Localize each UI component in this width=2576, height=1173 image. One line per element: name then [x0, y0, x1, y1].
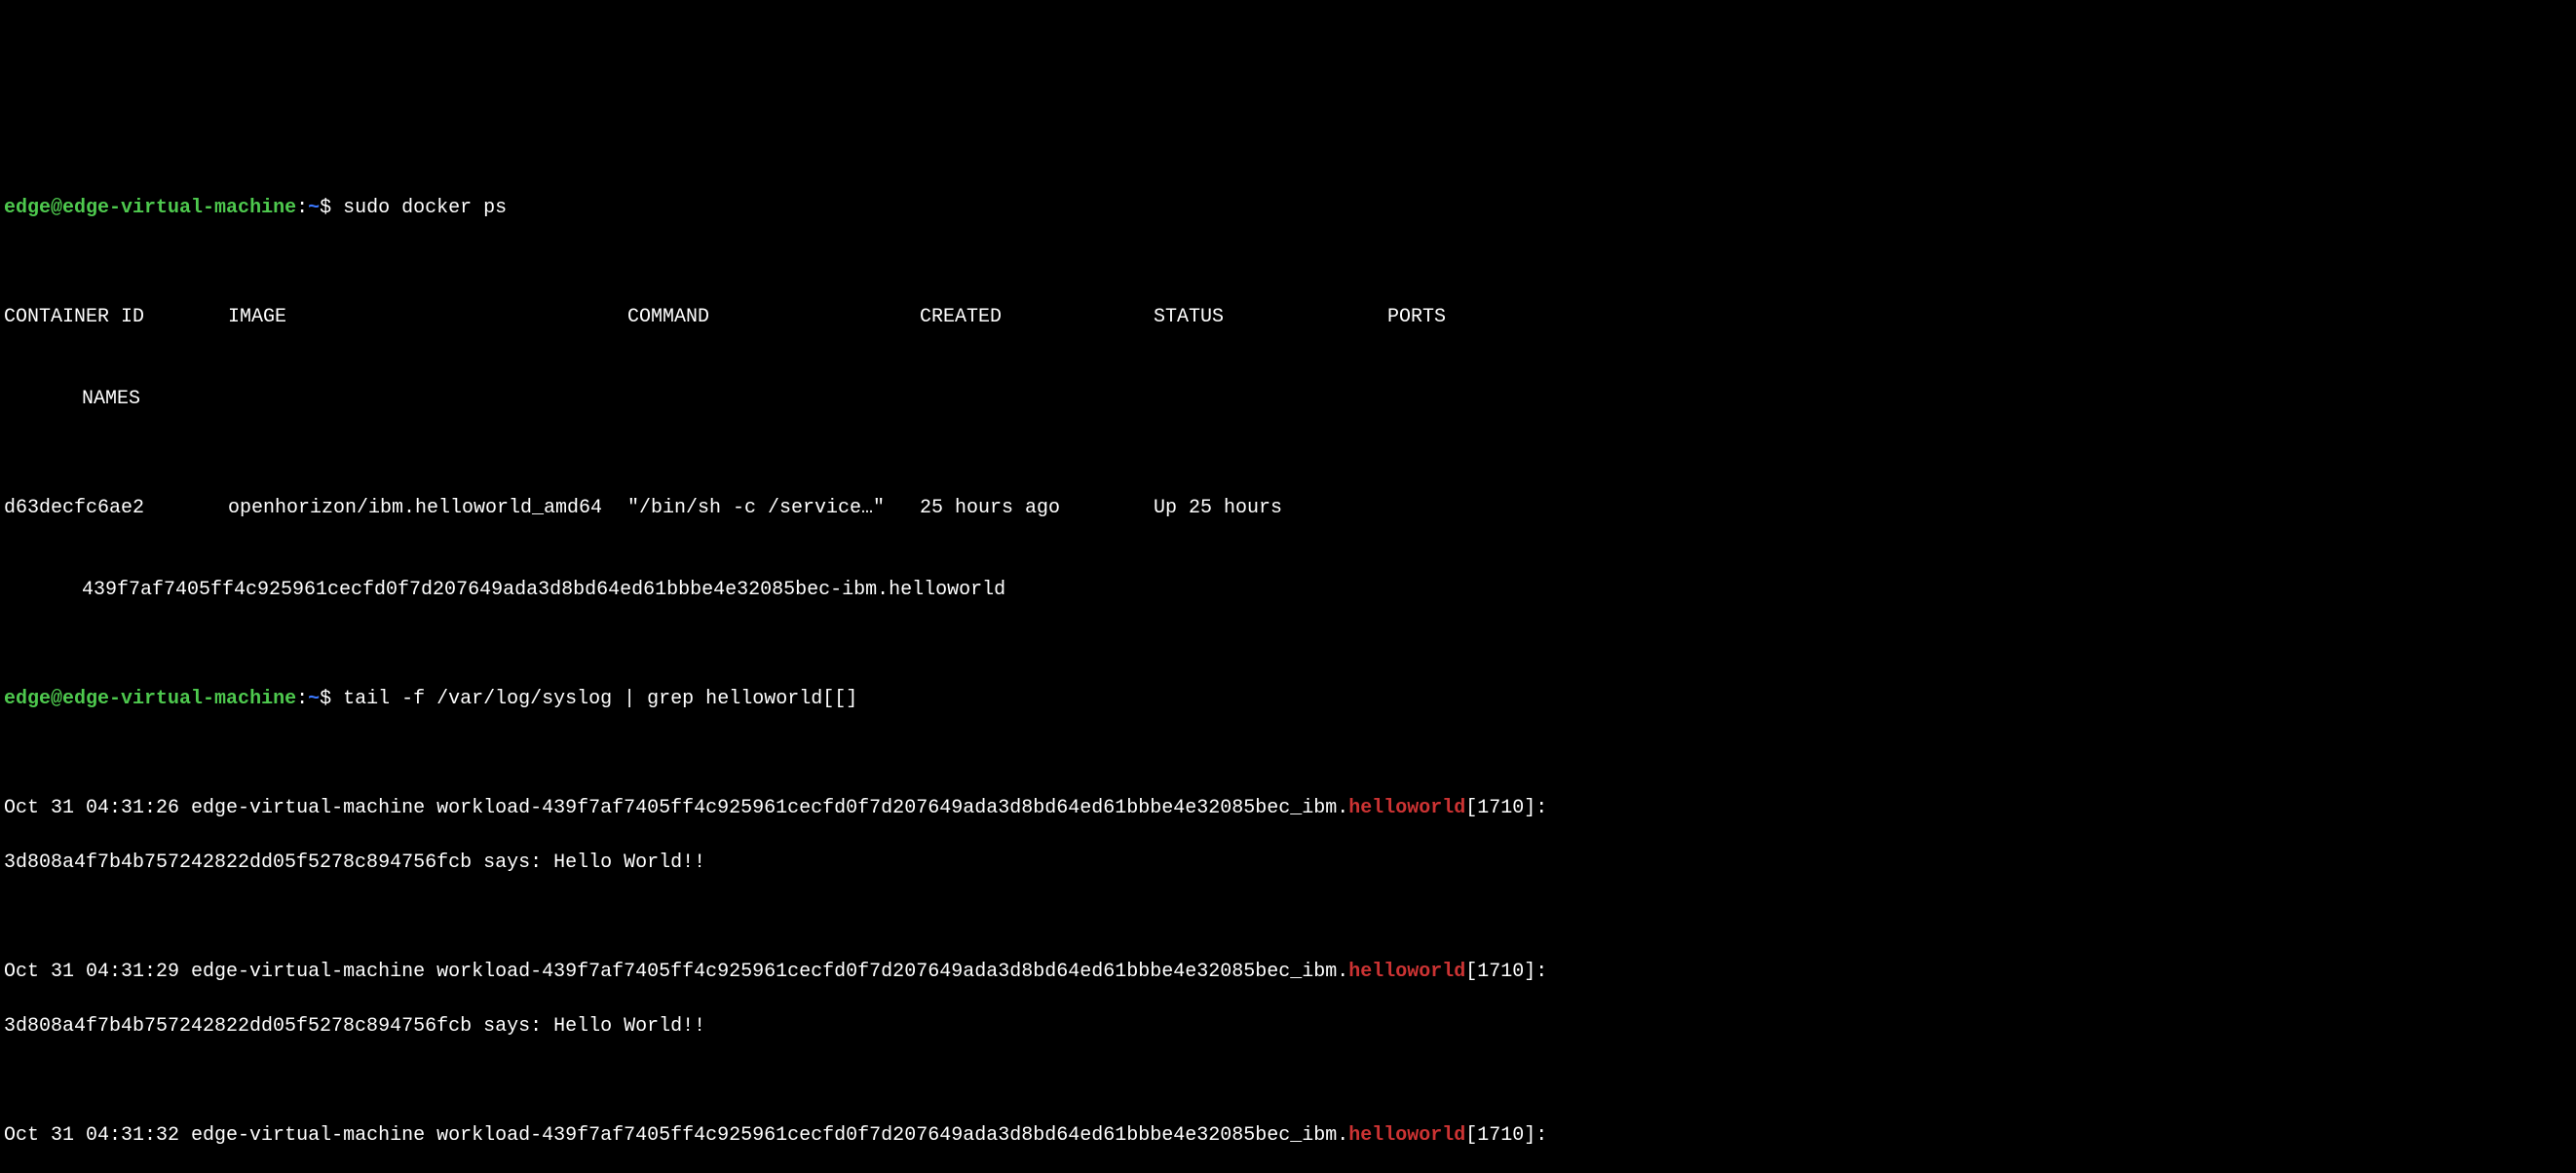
log-message: 3d808a4f7b4b757242822dd05f5278c894756fcb…: [4, 850, 2572, 877]
log-host: edge-virtual-machine: [191, 797, 425, 819]
log-entry: Oct 31 04:31:29 edge-virtual-machine wor…: [4, 959, 2572, 986]
log-entry: Oct 31 04:31:26 edge-virtual-machine wor…: [4, 795, 2572, 822]
cell-ports: [1387, 495, 1582, 522]
prompt-user: edge: [4, 197, 51, 219]
prompt-user: edge: [4, 688, 51, 710]
log-timestamp: Oct 31 04:31:32: [4, 1124, 179, 1147]
prompt-at: @: [51, 197, 62, 219]
header-status: STATUS: [1154, 304, 1387, 331]
header-names: NAMES: [82, 388, 140, 410]
log-timestamp: Oct 31 04:31:26: [4, 797, 179, 819]
log-entry: Oct 31 04:31:32 edge-virtual-machine wor…: [4, 1122, 2572, 1150]
header-ports: PORTS: [1387, 304, 1582, 331]
prompt-colon: :: [296, 197, 308, 219]
log-timestamp: Oct 31 04:31:29: [4, 961, 179, 983]
cell-image: openhorizon/ibm.helloworld_amd64: [228, 495, 627, 522]
header-image: IMAGE: [228, 304, 627, 331]
cell-names: 439f7af7405ff4c925961cecfd0f7d207649ada3…: [82, 579, 1005, 601]
prompt-path: ~: [308, 688, 320, 710]
prompt-dollar: $: [320, 688, 343, 710]
prompt-colon: :: [296, 688, 308, 710]
command-text: tail -f /var/log/syslog | grep helloworl…: [343, 688, 857, 710]
prompt-host: edge-virtual-machine: [62, 688, 296, 710]
log-pid: [1710]:: [1465, 1124, 1547, 1147]
prompt-dollar: $: [320, 197, 343, 219]
cell-container-id: d63decfc6ae2: [4, 495, 228, 522]
log-workload-prefix: workload-439f7af7405ff4c925961cecfd0f7d2…: [436, 1124, 1348, 1147]
log-host: edge-virtual-machine: [191, 961, 425, 983]
prompt-at: @: [51, 688, 62, 710]
command-line-1: edge@edge-virtual-machine:~$ sudo docker…: [4, 195, 2572, 222]
cell-created: 25 hours ago: [920, 495, 1154, 522]
command-text: sudo docker ps: [343, 197, 507, 219]
command-line-2: edge@edge-virtual-machine:~$ tail -f /va…: [4, 686, 2572, 713]
cell-command: "/bin/sh -c /service…": [627, 495, 920, 522]
docker-header-names: NAMES: [4, 386, 2572, 413]
log-workload-prefix: workload-439f7af7405ff4c925961cecfd0f7d2…: [436, 961, 1348, 983]
docker-data-names: 439f7af7405ff4c925961cecfd0f7d207649ada3…: [4, 577, 2572, 604]
log-message: 3d808a4f7b4b757242822dd05f5278c894756fcb…: [4, 1013, 2572, 1041]
log-highlight: helloworld: [1348, 1124, 1465, 1147]
header-command: COMMAND: [627, 304, 920, 331]
header-created: CREATED: [920, 304, 1154, 331]
header-container-id: CONTAINER ID: [4, 304, 228, 331]
docker-header-row: CONTAINER IDIMAGECOMMANDCREATEDSTATUSPOR…: [4, 304, 2572, 331]
terminal-output[interactable]: edge@edge-virtual-machine:~$ sudo docker…: [4, 113, 2572, 1173]
cell-status: Up 25 hours: [1154, 495, 1387, 522]
prompt-path: ~: [308, 197, 320, 219]
log-highlight: helloworld: [1348, 961, 1465, 983]
log-pid: [1710]:: [1465, 797, 1547, 819]
docker-data-row: d63decfc6ae2openhorizon/ibm.helloworld_a…: [4, 495, 2572, 522]
log-host: edge-virtual-machine: [191, 1124, 425, 1147]
log-highlight: helloworld: [1348, 797, 1465, 819]
prompt-host: edge-virtual-machine: [62, 197, 296, 219]
log-workload-prefix: workload-439f7af7405ff4c925961cecfd0f7d2…: [436, 797, 1348, 819]
log-pid: [1710]:: [1465, 961, 1547, 983]
